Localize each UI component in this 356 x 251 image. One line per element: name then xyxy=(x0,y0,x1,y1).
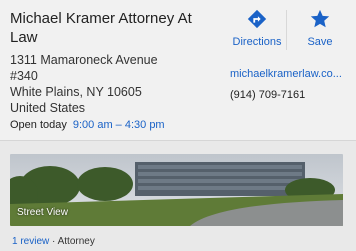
directions-button[interactable]: Directions xyxy=(230,8,284,48)
star-icon xyxy=(310,9,330,28)
directions-label: Directions xyxy=(232,36,282,48)
footer-separator: · xyxy=(49,236,58,247)
hours-value[interactable]: 9:00 am – 4:30 pm xyxy=(73,119,165,131)
card-divider xyxy=(0,140,356,141)
category-label: Attorney xyxy=(57,236,95,247)
address-line: White Plains, NY 10605 xyxy=(10,85,142,99)
save-label: Save xyxy=(307,36,333,48)
address-line: 1311 Mamaroneck Avenue xyxy=(10,53,158,67)
address-line: #340 xyxy=(10,69,38,83)
hours-row: Open today 9:00 am – 4:30 pm xyxy=(10,119,165,131)
website-link[interactable]: michaelkramerlaw.co... xyxy=(230,68,350,80)
hours-label: Open today xyxy=(10,119,67,131)
place-title: Michael Kramer Attorney At Law xyxy=(10,10,192,46)
save-button[interactable]: Save xyxy=(300,8,340,48)
street-view-thumbnail[interactable]: Street View xyxy=(10,154,343,226)
footer-row: 1 review · Attorney xyxy=(12,236,95,247)
directions-icon xyxy=(247,9,267,29)
street-view-label: Street View xyxy=(17,207,68,218)
action-divider xyxy=(286,10,287,50)
place-card: Michael Kramer Attorney At Law 1311 Mama… xyxy=(0,0,356,140)
address-line: United States xyxy=(10,101,86,115)
address-block: 1311 Mamaroneck Avenue #340 White Plains… xyxy=(10,52,210,116)
reviews-link[interactable]: 1 review xyxy=(12,236,49,247)
phone-number: (914) 709-7161 xyxy=(230,89,306,101)
